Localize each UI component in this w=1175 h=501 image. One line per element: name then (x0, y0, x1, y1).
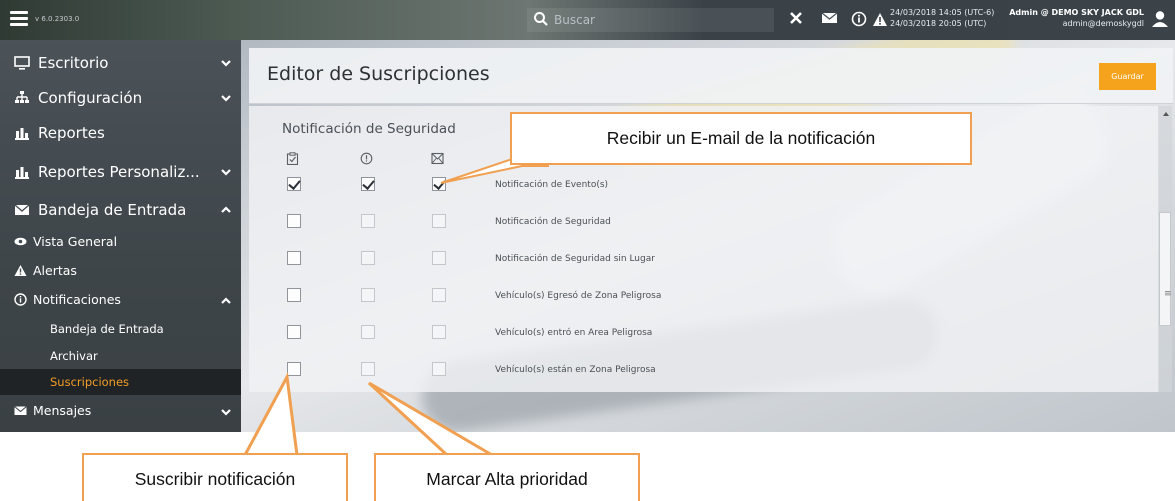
section-title: Notificación de Seguridad (282, 121, 456, 137)
sidebar-item-label: Bandeja de Entrada (38, 201, 187, 219)
sidebar-item-label: Notificaciones (33, 292, 121, 307)
sidebar-item-configuracion[interactable]: Configuración (0, 81, 241, 115)
chevron-down-icon (221, 409, 231, 416)
subscription-row-label: Notificación de Seguridad sin Lugar (495, 254, 655, 264)
sidebar-item-label: Alertas (33, 263, 77, 278)
subscription-row-label: Vehículo(s) entró en Area Peligrosa (495, 328, 653, 338)
chevron-up-icon (221, 206, 231, 213)
date-display: 24/03/2018 14:05 (UTC-6) 24/03/2018 20:0… (890, 7, 994, 29)
bar-chart-icon (15, 167, 29, 179)
subscribe-checkbox[interactable] (287, 362, 301, 376)
sidebar-item-label: Mensajes (33, 403, 92, 418)
sidebar-item-label: Reportes Personaliz... (38, 163, 200, 181)
email-checkbox[interactable] (432, 362, 446, 376)
envelope-box-icon (431, 152, 444, 165)
priority-checkbox[interactable] (361, 214, 375, 228)
sidebar-item-label: Suscripciones (50, 375, 130, 389)
close-icon[interactable] (789, 11, 803, 25)
user-avatar-icon[interactable] (1151, 10, 1169, 28)
subscription-row-label: Vehículo(s) Egresó de Zona Peligrosa (495, 291, 662, 301)
sidebar-item-bandeja-de-entrada[interactable]: Bandeja de Entrada (0, 193, 241, 227)
clipboard-check-icon (286, 152, 299, 165)
sidebar-item-notif-bandeja-de-entrada[interactable]: Bandeja de Entrada (0, 316, 241, 342)
page-title: Editor de Suscripciones (267, 63, 490, 85)
chevron-up-icon (221, 297, 231, 304)
warning-icon (14, 265, 27, 276)
sidebar-item-vista-general[interactable]: Vista General (0, 229, 241, 256)
scroll-up-arrow-icon[interactable] (1162, 110, 1170, 118)
sidebar-item-label: Configuración (38, 89, 143, 107)
local-date: 24/03/2018 14:05 (UTC-6) (890, 8, 995, 17)
search-input[interactable] (554, 11, 754, 29)
eye-icon (14, 237, 27, 246)
priority-checkbox[interactable] (361, 288, 375, 302)
sidebar-item-reportes[interactable]: Reportes (0, 116, 241, 150)
sidebar-item-label: Vista General (33, 234, 118, 249)
subscribe-checkbox[interactable] (287, 325, 301, 339)
sidebar-item-archivar[interactable]: Archivar (0, 343, 241, 369)
email-checkbox[interactable] (432, 325, 446, 339)
subscribe-checkbox[interactable] (287, 288, 301, 302)
priority-checkbox[interactable] (361, 362, 375, 376)
content-header: Editor de Suscripciones (249, 48, 1173, 104)
user-info[interactable]: Admin @ DEMO SKY JACK GDL admin@demoskyg… (996, 7, 1144, 29)
app-window: v 6.0.2303.0 24/03/2018 14:05 (UTC-6) 24… (0, 0, 1175, 432)
priority-checkbox[interactable] (361, 177, 375, 191)
hamburger-menu-button[interactable] (10, 11, 28, 26)
subscription-row-label: Notificación de Evento(s) (495, 180, 609, 190)
sidebar-item-reportes-personalizados[interactable]: Reportes Personaliz... (0, 155, 241, 189)
subscribe-checkbox[interactable] (287, 251, 301, 265)
sidebar-item-suscripciones[interactable]: Suscripciones (0, 369, 241, 395)
sidebar-item-notificaciones[interactable]: Notificaciones (0, 287, 241, 314)
subscription-row-label: Vehículo(s) están en Zona Peligrosa (495, 365, 656, 375)
email-checkbox[interactable] (432, 214, 446, 228)
sidebar-item-escritorio[interactable]: Escritorio (0, 46, 241, 80)
search-icon[interactable] (533, 11, 549, 27)
email-checkbox[interactable] (432, 177, 446, 191)
sidebar: Escritorio Configuración Reportes Report… (0, 40, 241, 432)
chevron-down-icon (221, 60, 231, 67)
callout-subscribe: Suscribir notificación (82, 453, 348, 501)
sidebar-item-alertas[interactable]: Alertas (0, 258, 241, 285)
envelope-icon (14, 204, 30, 215)
warning-icon[interactable] (872, 12, 888, 27)
save-button[interactable]: Guardar (1099, 63, 1156, 90)
priority-checkbox[interactable] (361, 251, 375, 265)
user-email: admin@demoskygdl (1062, 19, 1144, 28)
top-bar: v 6.0.2303.0 24/03/2018 14:05 (UTC-6) 24… (0, 0, 1175, 40)
subscribe-checkbox[interactable] (287, 214, 301, 228)
sidebar-item-mensajes[interactable]: Mensajes (0, 398, 241, 425)
sidebar-item-label: Escritorio (38, 54, 109, 72)
chevron-down-icon (221, 95, 231, 102)
priority-checkbox[interactable] (361, 325, 375, 339)
envelope-icon (14, 406, 27, 415)
envelope-icon[interactable] (821, 11, 838, 25)
sidebar-item-label: Reportes (38, 124, 105, 142)
exclamation-circle-icon (360, 152, 373, 165)
annotated-screenshot: v 6.0.2303.0 24/03/2018 14:05 (UTC-6) 24… (0, 0, 1175, 501)
subscribe-checkbox[interactable] (287, 177, 301, 191)
scrollbar-thumb[interactable] (1159, 212, 1171, 326)
info-circle-icon[interactable] (851, 11, 867, 27)
callout-email: Recibir un E-mail de la notificación (510, 112, 972, 165)
callout-priority: Marcar Alta prioridad (374, 453, 640, 501)
sidebar-item-label: Archivar (50, 349, 98, 363)
email-checkbox[interactable] (432, 251, 446, 265)
email-checkbox[interactable] (432, 288, 446, 302)
monitor-icon (14, 56, 30, 70)
sidebar-item-label: Bandeja de Entrada (50, 322, 164, 336)
user-name: Admin @ DEMO SKY JACK GDL (1009, 8, 1144, 17)
subscription-row-label: Notificación de Seguridad (495, 217, 611, 227)
info-circle-icon (14, 293, 27, 306)
version-label: v 6.0.2303.0 (35, 15, 80, 23)
bar-chart-icon (15, 128, 29, 140)
utc-date: 24/03/2018 20:05 (UTC) (890, 19, 987, 28)
sitemap-icon (15, 91, 29, 103)
chevron-down-icon (221, 169, 231, 176)
scrollbar-grip-icon: ≡ (1164, 289, 1172, 299)
